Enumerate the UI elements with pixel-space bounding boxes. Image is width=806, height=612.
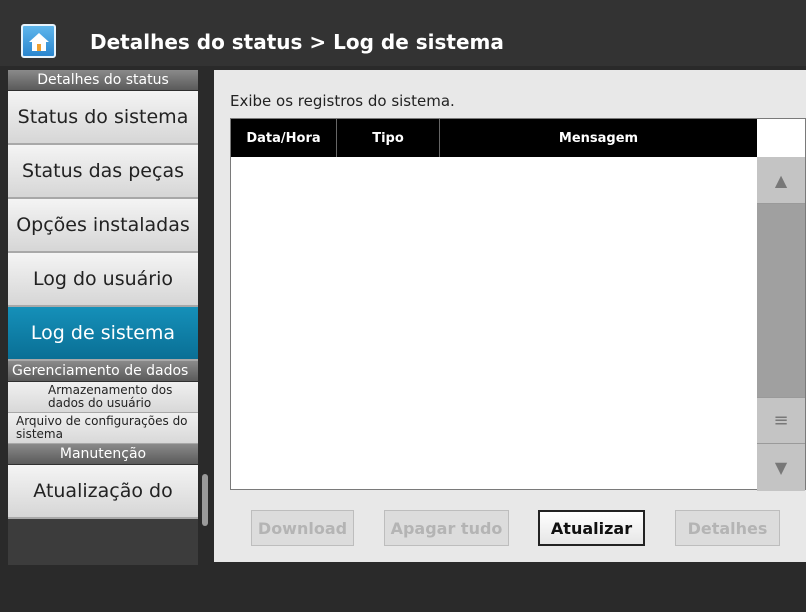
section-header-data-management: Gerenciamento de dados (8, 361, 198, 382)
page-title: Detalhes do status > Log de sistema (90, 30, 504, 54)
sidebar-scrollbar[interactable] (202, 474, 208, 526)
sidebar-item-system-status[interactable]: Status do sistema (8, 91, 198, 145)
main-panel: Exibe os registros do sistema. Data/Hora… (214, 70, 806, 562)
triangle-down-icon: ▼ (774, 458, 788, 477)
system-log-table: Data/Hora Tipo Mensagem ▲ ≡ ▼ (230, 118, 806, 491)
sidebar-item-parts-status[interactable]: Status das peças (8, 145, 198, 199)
table-header: Data/Hora Tipo Mensagem (231, 119, 757, 157)
sidebar-item-firmware-update[interactable]: Atualização do (8, 465, 198, 519)
section-header-maintenance: Manutenção (8, 444, 198, 465)
column-header-message: Mensagem (558, 130, 639, 146)
column-header-datetime: Data/Hora (231, 119, 337, 157)
home-button[interactable] (21, 24, 56, 58)
download-button[interactable]: Download (251, 510, 354, 546)
sidebar-item-system-log[interactable]: Log de sistema (8, 307, 198, 361)
home-icon (29, 33, 49, 51)
table-scrollbar[interactable]: ▲ ≡ ▼ (757, 157, 805, 491)
sidebar-item-installed-options[interactable]: Opções instaladas (8, 199, 198, 253)
sidebar-item-user-log[interactable]: Log do usuário (8, 253, 198, 307)
triangle-up-icon: ▲ (774, 170, 788, 190)
scroll-down-button[interactable]: ▼ (757, 444, 805, 491)
scroll-up-button[interactable]: ▲ (757, 157, 805, 204)
details-button[interactable]: Detalhes (675, 510, 780, 546)
grip-icon: ≡ (773, 410, 789, 431)
top-bar: Detalhes do status > Log de sistema (0, 0, 806, 66)
column-header-type: Tipo (337, 119, 440, 157)
section-header-status: Detalhes do status (8, 70, 198, 91)
page-description: Exibe os registros do sistema. (230, 92, 455, 110)
scroll-thumb[interactable]: ≡ (757, 397, 805, 444)
sidebar-item-system-settings-file[interactable]: Arquivo de configurações do sistema (8, 413, 198, 444)
sidebar: Detalhes do status Status do sistema Sta… (8, 70, 198, 565)
sidebar-item-user-data-storage[interactable]: Armazenamento dos dados do usuário (8, 382, 198, 413)
refresh-button[interactable]: Atualizar (538, 510, 645, 546)
clear-all-button[interactable]: Apagar tudo (384, 510, 509, 546)
